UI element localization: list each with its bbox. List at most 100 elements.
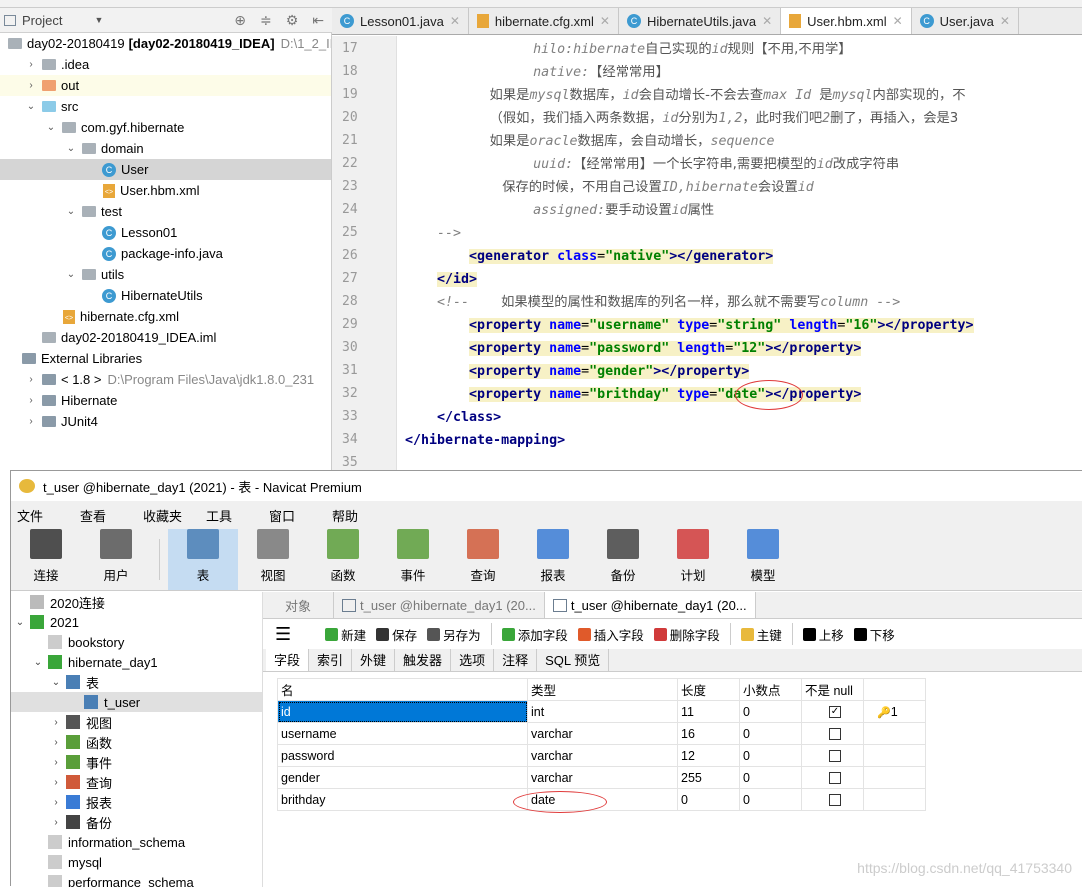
field-type[interactable]: int [528,701,678,723]
hide-icon[interactable]: ⇤ [312,12,324,29]
menu-item[interactable]: 窗口 [269,506,320,525]
code-line[interactable]: </hibernate-mapping> [405,429,565,452]
toolbar-button-table[interactable]: 表 [168,529,238,590]
connection-tree-item[interactable]: ⌄表 [11,672,262,692]
project-tree-item[interactable]: <>User.hbm.xml [0,180,331,201]
project-tree-item[interactable]: ⌄domain [0,138,331,159]
connection-tree-item[interactable]: ›函数 [11,732,262,752]
designer-tab[interactable]: 选项 [451,649,494,671]
table-row[interactable]: idint110✓🔑1 [278,701,926,723]
project-tree-item[interactable]: External Libraries [0,348,331,369]
table-toolbar-button[interactable]: 下移 [854,625,895,644]
table-toolbar-button[interactable]: 保存 [376,625,417,644]
object-tab[interactable]: t_user @hibernate_day1 (20... [545,592,756,618]
connection-tree-item[interactable]: bookstory [11,632,262,652]
field-name[interactable]: brithday [278,789,528,811]
expand-arrow-icon[interactable]: › [49,757,63,768]
connection-tree-item[interactable]: information_schema [11,832,262,852]
not-null-checkbox[interactable] [829,728,841,740]
close-icon[interactable]: ✕ [450,14,460,28]
expand-arrow-icon[interactable]: ⌄ [49,677,63,688]
toolbar-button-function[interactable]: 函数 [308,529,378,590]
project-tree-item[interactable]: CHibernateUtils [0,285,331,306]
expand-arrow-icon[interactable]: › [24,80,38,91]
project-tree-item[interactable]: ⌄src [0,96,331,117]
object-tab[interactable]: t_user @hibernate_day1 (20... [334,592,545,618]
field-decimals[interactable]: 0 [740,745,802,767]
code-line[interactable]: uuid:【经常常用】一个长字符串,需要把模型的id改成字符串 [405,153,899,176]
editor-tab[interactable]: CHibernateUtils.java✕ [619,8,781,34]
project-tree-item[interactable]: ⌄utils [0,264,331,285]
designer-tab[interactable]: 字段 [266,649,309,671]
table-toolbar-button[interactable]: 上移 [803,625,844,644]
table-toolbar-button[interactable]: 主键 [741,625,782,644]
locate-icon[interactable]: ⊕ [234,12,246,29]
table-toolbar-button[interactable]: 删除字段 [654,625,720,644]
project-tree-item[interactable]: CUser [0,159,331,180]
table-toolbar-button[interactable]: 新建 [325,625,366,644]
code-line[interactable]: native:【经常常用】 [405,61,669,84]
field-decimals[interactable]: 0 [740,723,802,745]
toolbar-button-view[interactable]: 视图 [238,529,308,590]
code-line[interactable]: 如果是oracle数据库，会自动增长，sequence [405,130,775,153]
close-icon[interactable]: ✕ [1000,14,1010,28]
project-tree-item[interactable]: <>hibernate.cfg.xml [0,306,331,327]
toolbar-button-backup[interactable]: 备份 [588,529,658,590]
connection-tree-item[interactable]: performance_schema [11,872,262,887]
menu-item[interactable]: 查看 [80,506,131,525]
designer-tab[interactable]: 触发器 [395,649,451,671]
table-row[interactable]: usernamevarchar160 [278,723,926,745]
field-length[interactable]: 0 [678,789,740,811]
field-type[interactable]: varchar [528,767,678,789]
project-tree-item[interactable]: CLesson01 [0,222,331,243]
field-length[interactable]: 12 [678,745,740,767]
editor-tab[interactable]: hibernate.cfg.xml✕ [469,8,619,34]
expand-arrow-icon[interactable]: › [49,717,63,728]
field-decimals[interactable]: 0 [740,701,802,723]
project-tree-item[interactable]: Cpackage-info.java [0,243,331,264]
field-name[interactable]: id [278,701,528,723]
code-line[interactable]: assigned:要手动设置id属性 [405,199,714,222]
toolbar-button-query[interactable]: 查询 [448,529,518,590]
designer-tab[interactable]: 注释 [494,649,537,671]
toolbar-button-schedule[interactable]: 计划 [658,529,728,590]
connection-tree-item[interactable]: ›报表 [11,792,262,812]
expand-arrow-icon[interactable]: › [49,737,63,748]
expand-arrow-icon[interactable]: ⌄ [31,657,45,668]
expand-arrow-icon[interactable]: › [24,59,38,70]
expand-arrow-icon[interactable]: › [49,777,63,788]
code-line[interactable]: <!-- 如果模型的属性和数据库的列名一样，那么就不需要写column --> [405,291,900,314]
code-line[interactable]: </class> [405,406,501,429]
table-row[interactable]: gendervarchar2550 [278,767,926,789]
field-type[interactable]: varchar [528,723,678,745]
editor-tab[interactable]: User.hbm.xml✕ [781,8,912,34]
object-tab[interactable]: 对象 [263,592,334,618]
not-null-checkbox[interactable] [829,750,841,762]
not-null-checkbox[interactable] [829,772,841,784]
code-line[interactable]: --> [405,222,461,245]
collapse-icon[interactable]: ≑ [260,12,272,29]
table-toolbar-button[interactable]: 另存为 [427,625,481,644]
field-type[interactable]: varchar [528,745,678,767]
code-line[interactable]: hilo:hibernate自己实现的id规则【不用,不用学】 [405,38,852,61]
project-tree-item[interactable]: day02-20180419_IDEA.iml [0,327,331,348]
editor-tab[interactable]: CUser.java✕ [912,8,1019,34]
project-panel-title[interactable]: Project [22,13,62,28]
gear-icon[interactable]: ⚙ [286,12,299,29]
close-icon[interactable]: ✕ [600,14,610,28]
code-line[interactable]: <property name="gender"></property> [405,360,749,383]
connection-tree-item[interactable]: ›视图 [11,712,262,732]
expand-arrow-icon[interactable]: › [24,374,38,385]
field-decimals[interactable]: 0 [740,789,802,811]
toolbar-button-connection[interactable]: 连接 [11,529,81,590]
close-icon[interactable]: ✕ [762,14,772,28]
expand-arrow-icon[interactable]: › [49,817,63,828]
toolbar-button-report[interactable]: 报表 [518,529,588,590]
code-editor[interactable]: 17 hilo:hibernate自己实现的id规则【不用,不用学】18 nat… [332,36,1082,470]
connection-tree-item[interactable]: t_user [11,692,262,712]
toolbar-button-model[interactable]: 模型 [728,529,798,590]
editor-tab[interactable]: CLesson01.java✕ [332,8,469,34]
connection-tree-item[interactable]: mysql [11,852,262,872]
connection-tree-item[interactable]: 2020连接 [11,592,262,612]
project-tree-item[interactable]: ⌄test [0,201,331,222]
